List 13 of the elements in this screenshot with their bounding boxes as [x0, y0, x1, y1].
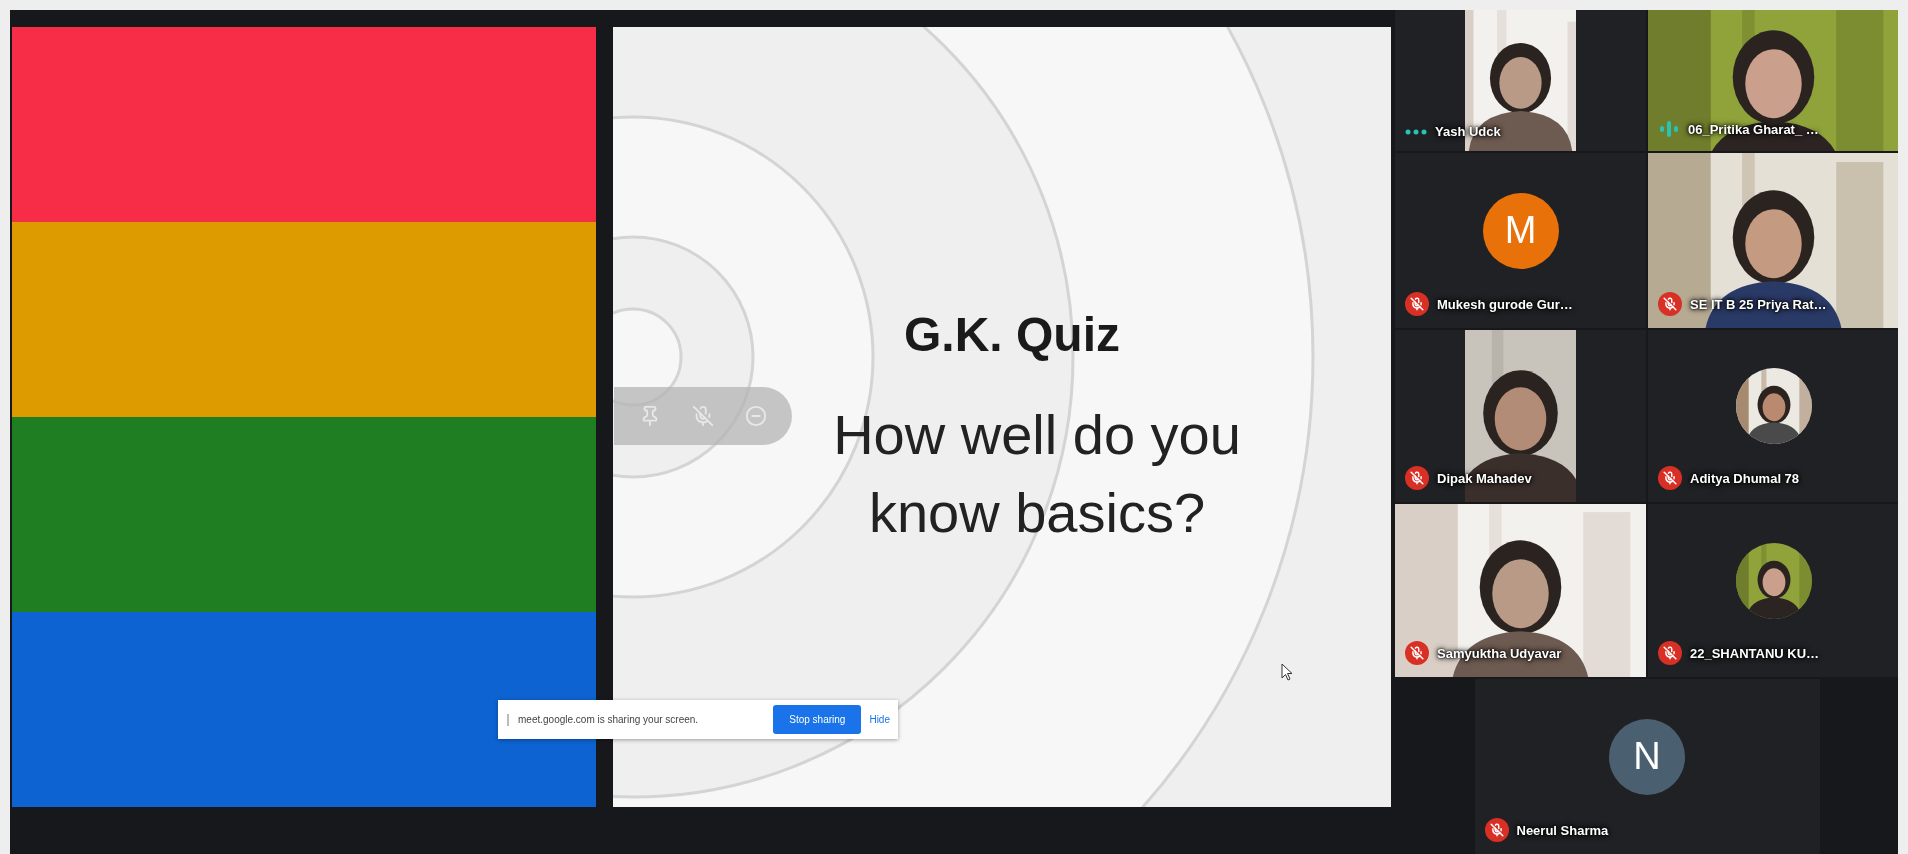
avatar-initial: M: [1482, 192, 1559, 269]
share-message: meet.google.com is sharing your screen.: [518, 714, 700, 725]
participant-name: Dipak Mahadev: [1437, 470, 1532, 486]
participant-name: 22_SHANTANU KU…: [1690, 645, 1820, 661]
participant-name: 06_Pritika Gharat_ …: [1688, 121, 1819, 137]
avatar-initial: N: [1609, 718, 1685, 795]
participant-name: Aditya Dhumal 78: [1690, 470, 1800, 486]
slide-subtitle: How well do you know basics?: [832, 402, 1242, 547]
participant-name: Mukesh gurode Gur…: [1437, 296, 1573, 312]
stop-sharing-button[interactable]: Stop sharing: [773, 705, 862, 734]
participant-name: Neerul Sharma: [1516, 822, 1609, 838]
hide-link[interactable]: Hide: [869, 714, 890, 725]
slide-title: G.K. Quiz: [904, 307, 1120, 362]
